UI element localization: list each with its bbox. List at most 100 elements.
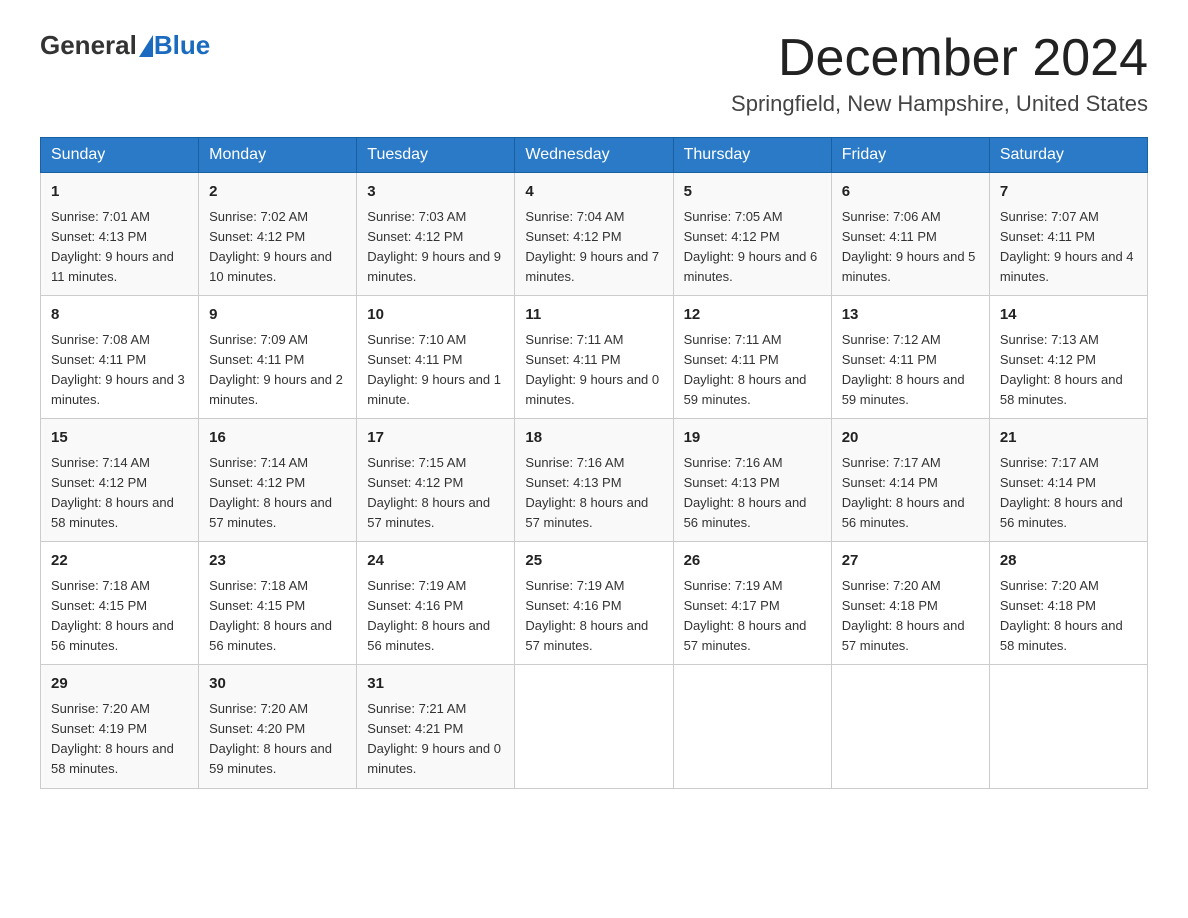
day-info: Sunrise: 7:14 AMSunset: 4:12 PMDaylight:… xyxy=(209,453,346,534)
day-number: 3 xyxy=(367,181,504,204)
day-number: 6 xyxy=(842,181,979,204)
day-info: Sunrise: 7:14 AMSunset: 4:12 PMDaylight:… xyxy=(51,453,188,534)
calendar-cell: 1 Sunrise: 7:01 AMSunset: 4:13 PMDaylight… xyxy=(41,173,199,296)
calendar-cell: 16 Sunrise: 7:14 AMSunset: 4:12 PMDayligh… xyxy=(199,419,357,542)
day-number: 13 xyxy=(842,304,979,327)
day-info: Sunrise: 7:10 AMSunset: 4:11 PMDaylight:… xyxy=(367,330,504,411)
day-number: 16 xyxy=(209,427,346,450)
calendar-table: SundayMondayTuesdayWednesdayThursdayFrid… xyxy=(40,137,1148,788)
logo-triangle-icon xyxy=(139,35,153,57)
page-header: General Blue December 2024 Springfield, … xyxy=(40,30,1148,117)
calendar-cell: 22 Sunrise: 7:18 AMSunset: 4:15 PMDayligh… xyxy=(41,542,199,665)
calendar-cell xyxy=(989,665,1147,788)
calendar-header: SundayMondayTuesdayWednesdayThursdayFrid… xyxy=(41,138,1148,173)
day-info: Sunrise: 7:05 AMSunset: 4:12 PMDaylight:… xyxy=(684,207,821,288)
calendar-cell: 31Sunrise: 7:21 AMSunset: 4:21 PMDayligh… xyxy=(357,665,515,788)
day-info: Sunrise: 7:02 AMSunset: 4:12 PMDaylight:… xyxy=(209,207,346,288)
calendar-cell: 15 Sunrise: 7:14 AMSunset: 4:12 PMDayligh… xyxy=(41,419,199,542)
logo-blue-text: Blue xyxy=(154,30,210,61)
logo-general-text: General xyxy=(40,30,137,61)
weekday-header-tuesday: Tuesday xyxy=(357,138,515,173)
calendar-week-row: 22 Sunrise: 7:18 AMSunset: 4:15 PMDayligh… xyxy=(41,542,1148,665)
day-info: Sunrise: 7:19 AMSunset: 4:16 PMDaylight:… xyxy=(525,576,662,657)
day-info: Sunrise: 7:19 AMSunset: 4:17 PMDaylight:… xyxy=(684,576,821,657)
day-number: 28 xyxy=(1000,550,1137,573)
calendar-cell: 23 Sunrise: 7:18 AMSunset: 4:15 PMDayligh… xyxy=(199,542,357,665)
calendar-cell: 19 Sunrise: 7:16 AMSunset: 4:13 PMDayligh… xyxy=(673,419,831,542)
weekday-header-thursday: Thursday xyxy=(673,138,831,173)
day-info: Sunrise: 7:01 AMSunset: 4:13 PMDaylight:… xyxy=(51,207,188,288)
calendar-cell xyxy=(515,665,673,788)
calendar-cell: 17Sunrise: 7:15 AMSunset: 4:12 PMDayligh… xyxy=(357,419,515,542)
day-info: Sunrise: 7:12 AMSunset: 4:11 PMDaylight:… xyxy=(842,330,979,411)
day-number: 15 xyxy=(51,427,188,450)
day-number: 21 xyxy=(1000,427,1137,450)
day-info: Sunrise: 7:20 AMSunset: 4:20 PMDaylight:… xyxy=(209,699,346,780)
day-info: Sunrise: 7:16 AMSunset: 4:13 PMDaylight:… xyxy=(684,453,821,534)
day-info: Sunrise: 7:20 AMSunset: 4:18 PMDaylight:… xyxy=(1000,576,1137,657)
day-info: Sunrise: 7:11 AMSunset: 4:11 PMDaylight:… xyxy=(684,330,821,411)
day-number: 10 xyxy=(367,304,504,327)
day-number: 24 xyxy=(367,550,504,573)
weekday-header-saturday: Saturday xyxy=(989,138,1147,173)
calendar-week-row: 8 Sunrise: 7:08 AMSunset: 4:11 PMDaylight… xyxy=(41,296,1148,419)
calendar-cell: 21 Sunrise: 7:17 AMSunset: 4:14 PMDayligh… xyxy=(989,419,1147,542)
calendar-cell: 28 Sunrise: 7:20 AMSunset: 4:18 PMDayligh… xyxy=(989,542,1147,665)
day-info: Sunrise: 7:08 AMSunset: 4:11 PMDaylight:… xyxy=(51,330,188,411)
day-info: Sunrise: 7:18 AMSunset: 4:15 PMDaylight:… xyxy=(51,576,188,657)
day-number: 8 xyxy=(51,304,188,327)
calendar-cell: 6Sunrise: 7:06 AMSunset: 4:11 PMDaylight… xyxy=(831,173,989,296)
day-info: Sunrise: 7:16 AMSunset: 4:13 PMDaylight:… xyxy=(525,453,662,534)
day-info: Sunrise: 7:18 AMSunset: 4:15 PMDaylight:… xyxy=(209,576,346,657)
calendar-week-row: 1 Sunrise: 7:01 AMSunset: 4:13 PMDaylight… xyxy=(41,173,1148,296)
day-number: 29 xyxy=(51,673,188,696)
calendar-cell: 10 Sunrise: 7:10 AMSunset: 4:11 PMDayligh… xyxy=(357,296,515,419)
calendar-week-row: 15 Sunrise: 7:14 AMSunset: 4:12 PMDayligh… xyxy=(41,419,1148,542)
calendar-cell: 29 Sunrise: 7:20 AMSunset: 4:19 PMDayligh… xyxy=(41,665,199,788)
calendar-cell: 11 Sunrise: 7:11 AMSunset: 4:11 PMDayligh… xyxy=(515,296,673,419)
day-number: 26 xyxy=(684,550,821,573)
calendar-cell: 27Sunrise: 7:20 AMSunset: 4:18 PMDayligh… xyxy=(831,542,989,665)
day-info: Sunrise: 7:13 AMSunset: 4:12 PMDaylight:… xyxy=(1000,330,1137,411)
day-number: 4 xyxy=(525,181,662,204)
calendar-cell: 9 Sunrise: 7:09 AMSunset: 4:11 PMDaylight… xyxy=(199,296,357,419)
day-info: Sunrise: 7:20 AMSunset: 4:18 PMDaylight:… xyxy=(842,576,979,657)
day-info: Sunrise: 7:07 AMSunset: 4:11 PMDaylight:… xyxy=(1000,207,1137,288)
day-number: 1 xyxy=(51,181,188,204)
calendar-cell: 30 Sunrise: 7:20 AMSunset: 4:20 PMDayligh… xyxy=(199,665,357,788)
weekday-header-sunday: Sunday xyxy=(41,138,199,173)
calendar-cell: 4Sunrise: 7:04 AMSunset: 4:12 PMDaylight… xyxy=(515,173,673,296)
calendar-cell: 14 Sunrise: 7:13 AMSunset: 4:12 PMDayligh… xyxy=(989,296,1147,419)
calendar-cell: 24Sunrise: 7:19 AMSunset: 4:16 PMDayligh… xyxy=(357,542,515,665)
day-number: 19 xyxy=(684,427,821,450)
calendar-cell: 26 Sunrise: 7:19 AMSunset: 4:17 PMDayligh… xyxy=(673,542,831,665)
day-number: 20 xyxy=(842,427,979,450)
title-area: December 2024 Springfield, New Hampshire… xyxy=(731,30,1148,117)
day-number: 12 xyxy=(684,304,821,327)
day-number: 14 xyxy=(1000,304,1137,327)
weekday-header-wednesday: Wednesday xyxy=(515,138,673,173)
day-info: Sunrise: 7:20 AMSunset: 4:19 PMDaylight:… xyxy=(51,699,188,780)
day-info: Sunrise: 7:21 AMSunset: 4:21 PMDaylight:… xyxy=(367,699,504,780)
day-number: 5 xyxy=(684,181,821,204)
day-number: 7 xyxy=(1000,181,1137,204)
day-number: 22 xyxy=(51,550,188,573)
day-number: 30 xyxy=(209,673,346,696)
day-info: Sunrise: 7:17 AMSunset: 4:14 PMDaylight:… xyxy=(842,453,979,534)
day-number: 9 xyxy=(209,304,346,327)
calendar-cell: 3Sunrise: 7:03 AMSunset: 4:12 PMDaylight… xyxy=(357,173,515,296)
calendar-cell: 25 Sunrise: 7:19 AMSunset: 4:16 PMDayligh… xyxy=(515,542,673,665)
day-info: Sunrise: 7:11 AMSunset: 4:11 PMDaylight:… xyxy=(525,330,662,411)
calendar-cell: 20 Sunrise: 7:17 AMSunset: 4:14 PMDayligh… xyxy=(831,419,989,542)
logo: General Blue xyxy=(40,30,210,61)
day-number: 18 xyxy=(525,427,662,450)
day-info: Sunrise: 7:17 AMSunset: 4:14 PMDaylight:… xyxy=(1000,453,1137,534)
calendar-cell xyxy=(673,665,831,788)
calendar-week-row: 29 Sunrise: 7:20 AMSunset: 4:19 PMDayligh… xyxy=(41,665,1148,788)
day-info: Sunrise: 7:09 AMSunset: 4:11 PMDaylight:… xyxy=(209,330,346,411)
day-number: 25 xyxy=(525,550,662,573)
day-number: 11 xyxy=(525,304,662,327)
day-info: Sunrise: 7:15 AMSunset: 4:12 PMDaylight:… xyxy=(367,453,504,534)
weekday-header-friday: Friday xyxy=(831,138,989,173)
day-number: 23 xyxy=(209,550,346,573)
